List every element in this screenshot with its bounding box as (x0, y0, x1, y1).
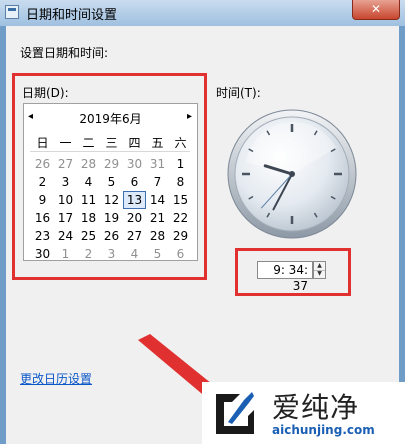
watermark-logo-icon (216, 392, 254, 434)
annotation-arrow (138, 334, 222, 404)
watermark: 爱纯净 aichunjing.com (202, 382, 405, 444)
watermark-text: 爱纯净 (272, 391, 360, 424)
watermark-url: aichunjing.com (272, 423, 375, 437)
